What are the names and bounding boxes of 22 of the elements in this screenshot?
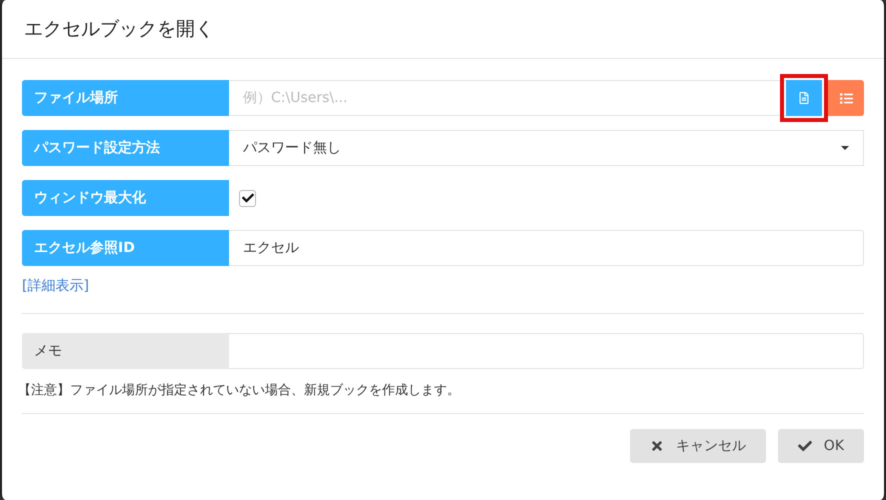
password-select[interactable]: パスワード無し — [229, 130, 864, 166]
path-field[interactable]: 例）C:\Users\... — [229, 80, 786, 116]
file-icon — [798, 92, 810, 104]
check-icon — [798, 439, 812, 453]
field-label: エクセル参照ID — [22, 230, 229, 266]
details-link[interactable]: [詳細表示] — [22, 277, 89, 295]
caret-icon — [841, 146, 849, 150]
list-button[interactable] — [828, 80, 864, 116]
field-label: ウィンドウ最大化 — [22, 180, 229, 216]
text-field[interactable]: エクセル — [229, 230, 864, 266]
file-button[interactable] — [786, 80, 822, 116]
ok-button[interactable]: OK — [778, 429, 864, 463]
field-label: メモ — [22, 333, 229, 369]
note-text: 【注意】ファイル場所が指定されていない場合、新規ブックを作成します。 — [18, 382, 461, 399]
field-label: パスワード設定方法 — [22, 130, 229, 166]
cancel-button[interactable]: キャンセル — [630, 429, 766, 463]
close-icon — [650, 439, 664, 453]
list-icon — [840, 92, 852, 104]
dialog-title: エクセルブックを開く — [2, 0, 884, 59]
field-label: ファイル場所 — [22, 80, 229, 116]
checkbox[interactable] — [239, 190, 256, 206]
memo-field[interactable] — [229, 333, 864, 369]
